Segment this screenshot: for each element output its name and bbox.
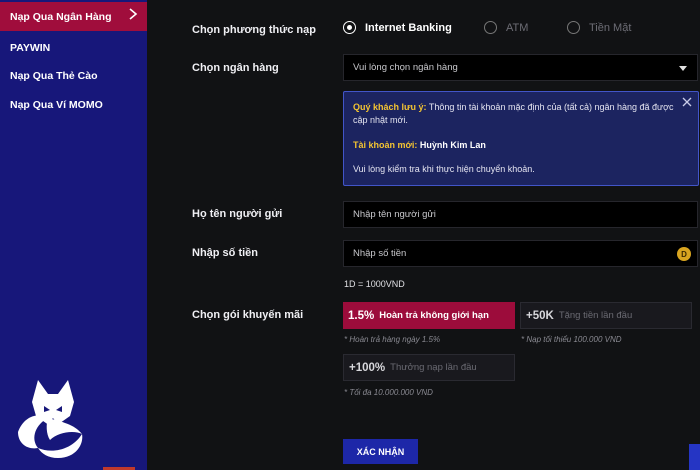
radio-dot: [567, 21, 580, 34]
sidebar: Nạp Qua Ngân Hàng PAYWIN Nạp Qua Thẻ Cào…: [0, 0, 147, 470]
coin-icon: D: [677, 247, 691, 261]
radio-cash[interactable]: Tiền Mặt: [567, 21, 631, 34]
promo-note: * Nạp tối thiểu 100.000 VND: [521, 335, 622, 344]
sidebar-item-label: Nạp Qua Ví MOMO: [10, 98, 103, 111]
sidebar-item-momo[interactable]: Nạp Qua Ví MOMO: [0, 90, 147, 119]
promo-first-bonus[interactable]: +50K Tặng tiền lần đầu: [520, 302, 692, 329]
bank-select-value: Vui lòng chọn ngân hàng: [353, 62, 458, 73]
close-icon[interactable]: [681, 96, 693, 108]
promo-value: +50K: [526, 309, 554, 322]
amount-input[interactable]: [353, 248, 653, 259]
promo-first-deposit[interactable]: +100% Thưởng nạp lần đầu: [343, 354, 515, 381]
bank-select[interactable]: Vui lòng chọn ngân hàng: [343, 54, 698, 81]
notice-line-1: Quý khách lưu ý: Thông tin tài khoản mặc…: [353, 101, 673, 114]
radio-dot: [484, 21, 497, 34]
promo-desc: Tặng tiền lần đầu: [558, 310, 633, 321]
exchange-rate: 1D = 1000VND: [344, 279, 405, 289]
promo-cashback[interactable]: 1.5% Hoàn trả không giới hạn: [343, 302, 515, 329]
method-label: Chọn phương thức nạp: [192, 24, 316, 36]
notice-title: Quý khách lưu ý:: [353, 102, 427, 112]
corner-widget[interactable]: [689, 444, 700, 470]
sender-input-box: [343, 201, 698, 228]
promo-label: Chọn gói khuyến mãi: [192, 309, 304, 321]
promo-value: +100%: [349, 361, 386, 374]
radio-atm[interactable]: ATM: [484, 21, 528, 34]
sidebar-item-label: PAYWIN: [10, 41, 51, 54]
bank-label: Chọn ngân hàng: [192, 62, 279, 74]
amount-input-box: D: [343, 240, 698, 267]
radio-dot: [343, 21, 356, 34]
notice-account-label: Tài khoản mới:: [353, 140, 418, 150]
sender-label: Họ tên người gửi: [192, 208, 283, 220]
sidebar-item-card[interactable]: Nạp Qua Thẻ Cào: [0, 61, 147, 90]
promo-value: 1.5%: [348, 309, 375, 322]
amount-label: Nhập số tiền: [192, 247, 259, 259]
sender-input[interactable]: [353, 209, 653, 220]
fox-logo-icon: [18, 380, 83, 458]
promo-note: * Hoàn trả hàng ngày 1.5%: [344, 335, 441, 344]
promo-note: * Tối đa 10.000.000 VND: [344, 388, 433, 397]
sidebar-item-label: Nạp Qua Ngân Hàng: [10, 10, 112, 23]
notice-account: Tài khoản mới: Huỳnh Kim Lan: [353, 139, 486, 152]
promo-desc: Hoàn trả không giới hạn: [379, 310, 489, 321]
sidebar-item-paywin[interactable]: PAYWIN: [0, 33, 147, 62]
notice-check: Vui lòng kiểm tra khi thực hiện chuyển k…: [353, 164, 535, 174]
sidebar-item-bank[interactable]: Nạp Qua Ngân Hàng: [0, 2, 147, 31]
promo-desc: Thưởng nạp lần đầu: [390, 362, 477, 373]
sidebar-item-label: Nạp Qua Thẻ Cào: [10, 69, 98, 82]
notice-account-name: Huỳnh Kim Lan: [419, 140, 486, 150]
caret-down-icon: [679, 66, 687, 71]
chevron-right-icon: [129, 8, 138, 20]
notice-box: Quý khách lưu ý: Thông tin tài khoản mặc…: [343, 91, 699, 186]
notice-text-2: cập nhật mới.: [353, 115, 408, 125]
confirm-button[interactable]: XÁC NHẬN: [343, 439, 418, 464]
notice-text-1: Thông tin tài khoản mặc định của (tất cả…: [428, 102, 674, 112]
radio-internet-banking[interactable]: Internet Banking: [343, 21, 452, 34]
